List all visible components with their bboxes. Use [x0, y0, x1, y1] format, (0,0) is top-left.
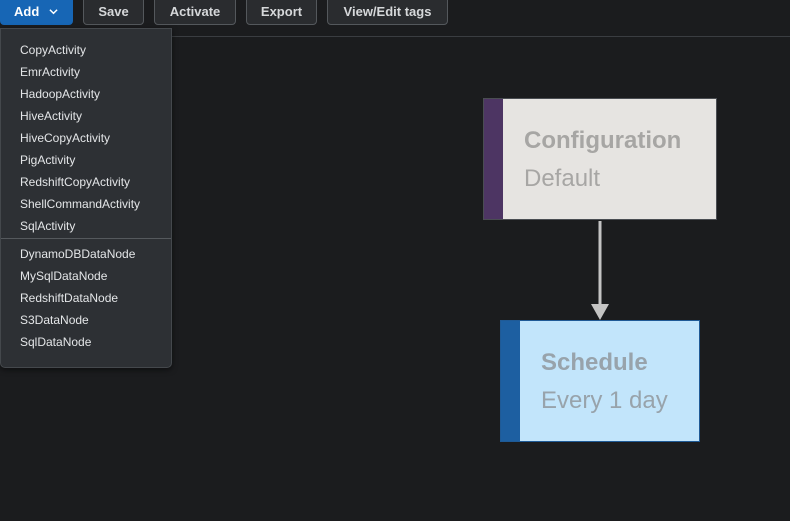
- menu-item-shell-command-activity[interactable]: ShellCommandActivity: [20, 193, 140, 215]
- configuration-node-value: Default: [524, 165, 601, 192]
- menu-item-redshift-data-node[interactable]: RedshiftDataNode: [20, 287, 118, 309]
- configuration-node[interactable]: Configuration Default: [483, 98, 717, 220]
- configuration-node-title: Configuration: [524, 127, 682, 154]
- schedule-node-value: Every 1 day: [541, 387, 668, 414]
- arrow-down-icon: [591, 304, 609, 320]
- menu-item-mysql-data-node[interactable]: MySqlDataNode: [20, 265, 107, 287]
- menu-item-pig-activity[interactable]: PigActivity: [20, 149, 75, 171]
- menu-item-copy-activity[interactable]: CopyActivity: [20, 39, 86, 61]
- menu-item-hive-copy-activity[interactable]: HiveCopyActivity: [20, 127, 110, 149]
- menu-item-emr-activity[interactable]: EmrActivity: [20, 61, 80, 83]
- schedule-node[interactable]: Schedule Every 1 day: [500, 320, 700, 442]
- menu-divider: [1, 238, 171, 239]
- schedule-node-stripe: [501, 321, 520, 441]
- schedule-node-title: Schedule: [541, 349, 648, 376]
- add-dropdown-menu: CopyActivity EmrActivity HadoopActivity …: [0, 28, 172, 368]
- configuration-node-stripe: [484, 99, 503, 219]
- menu-item-redshift-copy-activity[interactable]: RedshiftCopyActivity: [20, 171, 130, 193]
- menu-item-hadoop-activity[interactable]: HadoopActivity: [20, 83, 100, 105]
- menu-item-sql-activity[interactable]: SqlActivity: [20, 215, 75, 237]
- menu-item-dynamodb-data-node[interactable]: DynamoDBDataNode: [20, 243, 135, 265]
- menu-item-s3-data-node[interactable]: S3DataNode: [20, 309, 89, 331]
- menu-item-hive-activity[interactable]: HiveActivity: [20, 105, 82, 127]
- menu-item-sql-data-node[interactable]: SqlDataNode: [20, 331, 91, 353]
